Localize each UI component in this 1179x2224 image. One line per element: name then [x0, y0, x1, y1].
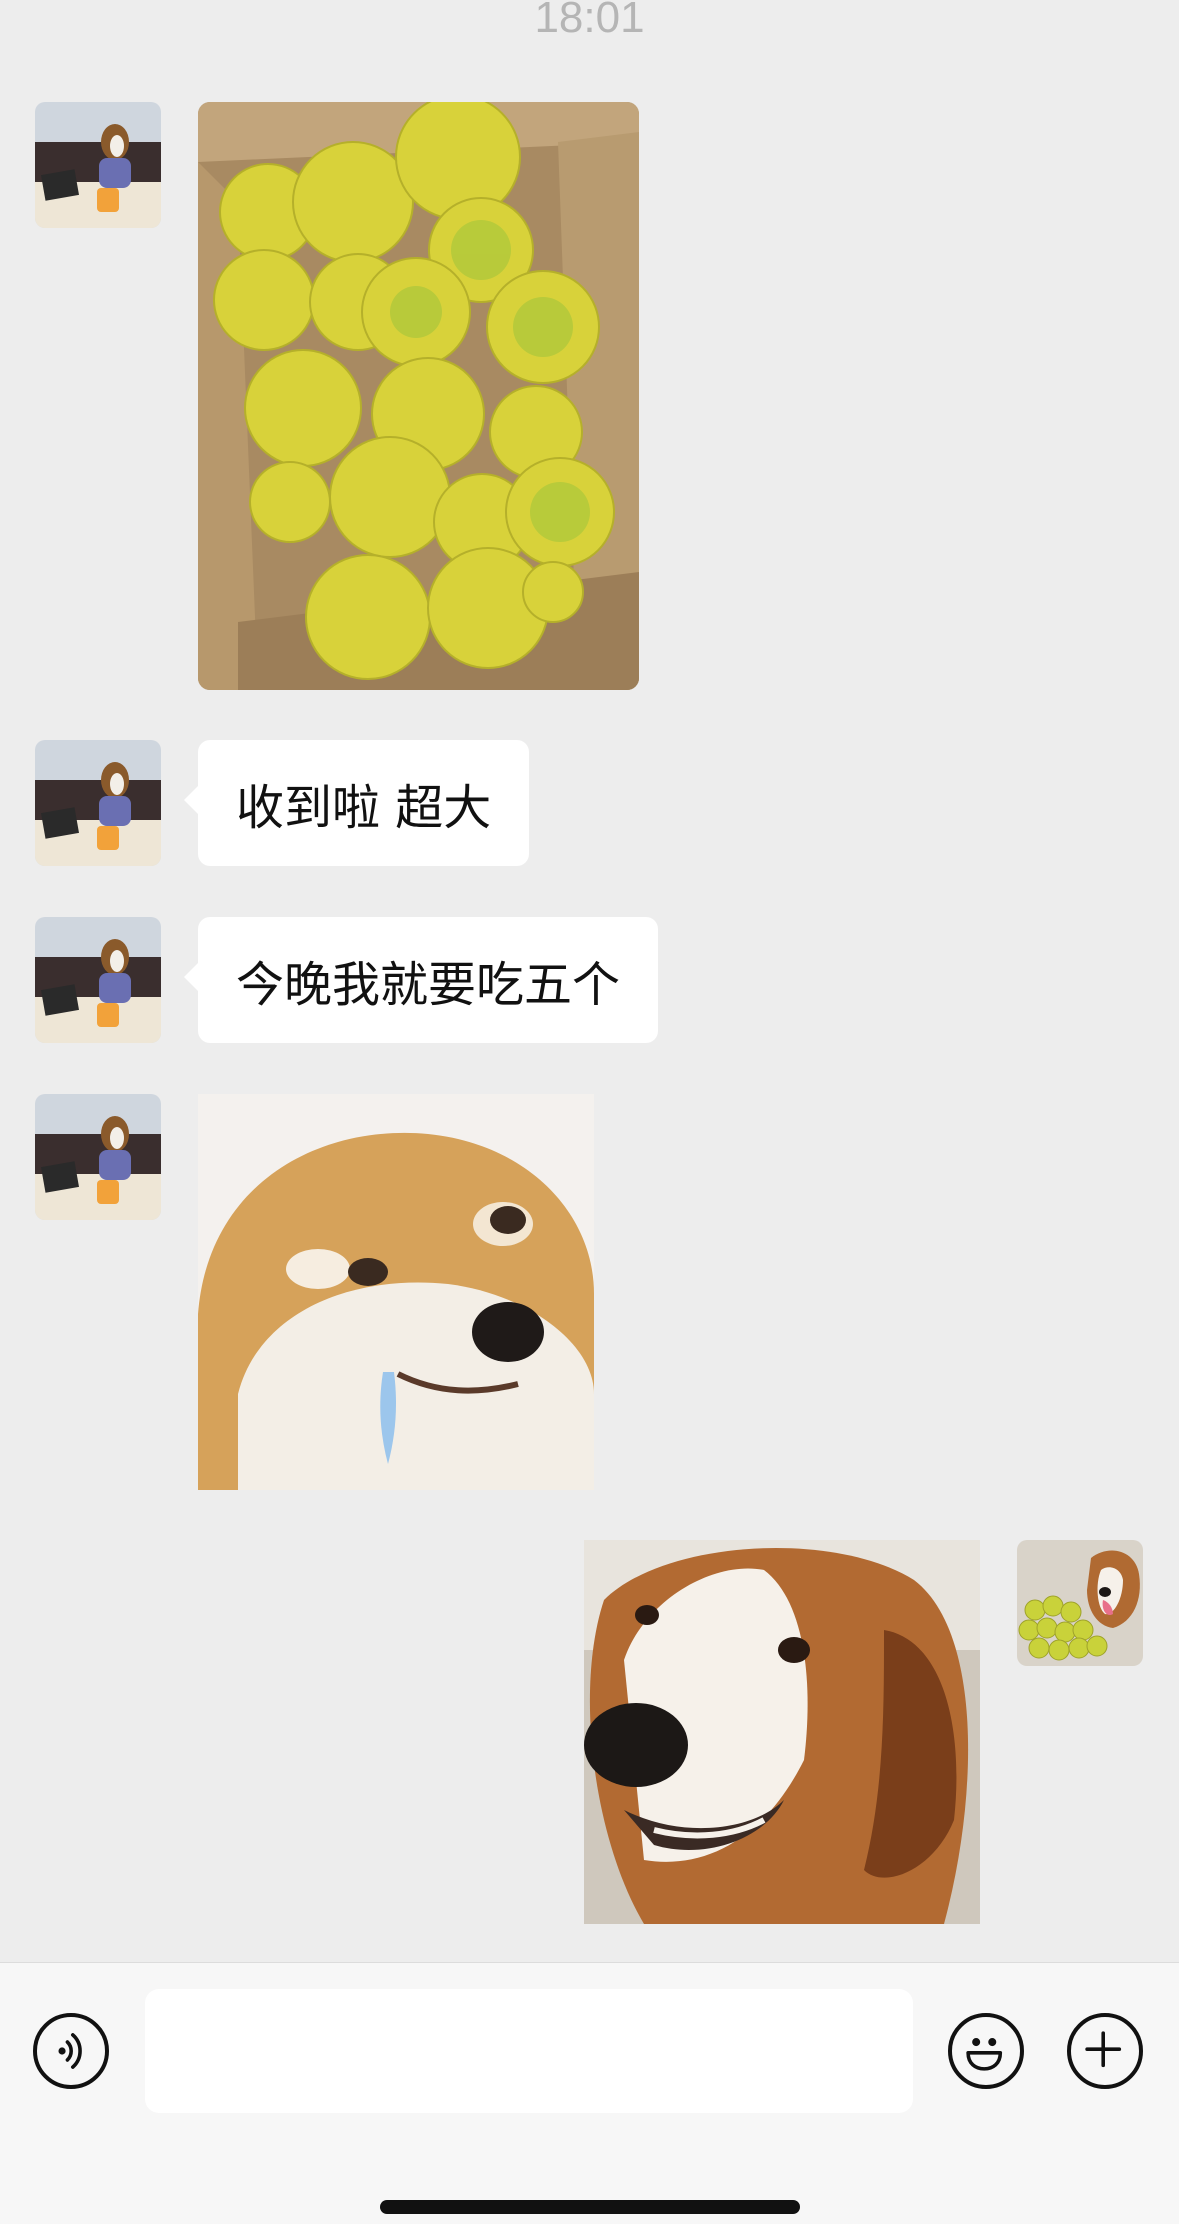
message-text: 今晚我就要吃五个 — [236, 957, 621, 1013]
shiba-sticker[interactable] — [198, 1094, 594, 1490]
chat-input-bar — [0, 1962, 1179, 2224]
emoji-button[interactable] — [948, 2013, 1024, 2089]
beagle-with-fruit-icon — [1017, 1540, 1143, 1666]
passion-fruit-box-image — [198, 102, 639, 690]
contact-avatar[interactable] — [35, 1094, 161, 1220]
home-indicator[interactable] — [380, 2200, 800, 2214]
more-button[interactable] — [1067, 2013, 1143, 2089]
message-bubble[interactable]: 今晚我就要吃五个 — [183, 917, 659, 1043]
dog-at-desk-icon — [35, 740, 161, 866]
dog-at-desk-icon — [35, 917, 161, 1043]
self-avatar[interactable] — [1017, 1540, 1143, 1666]
smiling-beagle-icon — [584, 1540, 980, 1924]
contact-avatar[interactable] — [35, 102, 161, 228]
dog-at-desk-icon — [35, 102, 161, 228]
voice-button[interactable] — [33, 2013, 109, 2089]
voice-icon — [58, 2033, 82, 2069]
message-bubble[interactable]: 收到啦 超大 — [183, 740, 530, 866]
fruit-photo[interactable] — [198, 102, 639, 690]
beagle-sticker[interactable] — [584, 1540, 980, 1924]
message-text: 收到啦 超大 — [236, 780, 492, 836]
contact-avatar[interactable] — [35, 740, 161, 866]
emoji-icon — [966, 2038, 1003, 2071]
message-timestamp: 18:01 — [534, 0, 645, 42]
contact-avatar[interactable] — [35, 917, 161, 1043]
dog-at-desk-icon — [35, 1094, 161, 1220]
plus-icon — [1085, 2031, 1122, 2068]
message-input[interactable] — [145, 1989, 913, 2113]
drooling-shiba-icon — [198, 1094, 594, 1490]
